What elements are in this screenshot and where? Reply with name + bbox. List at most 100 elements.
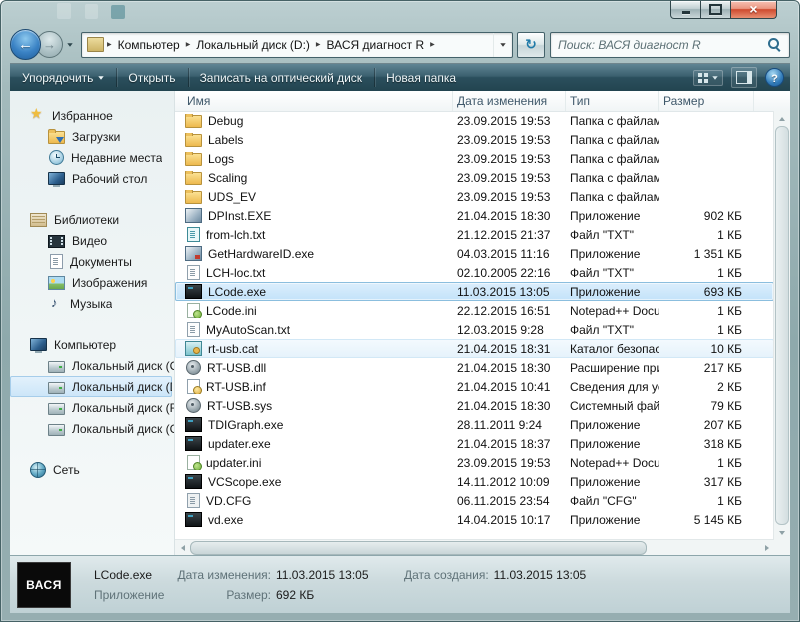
file-size-cell: 2 КБ <box>717 379 742 394</box>
table-row[interactable]: TDIGraph.exe 28.11.2011 9:24 Приложение 207… <box>175 415 774 434</box>
breadcrumb-separator-icon[interactable] <box>185 41 192 48</box>
refresh-button[interactable] <box>517 31 545 58</box>
title-bar[interactable] <box>1 1 799 31</box>
sidebar-group-label: Библиотеки <box>54 212 120 227</box>
table-row[interactable]: LCode.exe 11.03.2015 13:05 Приложение 693 К… <box>175 282 774 301</box>
table-row[interactable]: updater.ini 23.09.2015 19:53 Notepad++ Doc… <box>175 453 774 472</box>
file-list: Имя Дата изменения Тип Размер Debug 23.09.20… <box>175 91 790 556</box>
breadcrumb-item[interactable]: Локальный диск (D:) <box>191 33 315 57</box>
details-pane: ВАСЯ LCode.exe Дата изменения: 11.03.201… <box>10 555 790 613</box>
help-button[interactable] <box>765 68 784 87</box>
video-icon <box>48 234 65 248</box>
change-view-button[interactable] <box>693 69 723 86</box>
txt-icon <box>187 322 200 337</box>
table-row[interactable]: RT-USB.dll 21.04.2015 18:30 Расширение при… <box>175 358 774 377</box>
breadcrumb-item[interactable]: ВАСЯ диагност R <box>322 33 430 57</box>
sidebar-item[interactable]: Локальный диск (D <box>10 376 172 397</box>
sidebar-group-header[interactable]: Сеть <box>10 459 174 480</box>
table-row[interactable]: Scaling 23.09.2015 19:53 Папка с файлами <box>175 168 774 187</box>
details-modified: Дата изменения: 11.03.2015 13:05 <box>174 568 404 582</box>
horizontal-scrollbar[interactable] <box>175 539 774 556</box>
file-modified-cell: 23.09.2015 19:53 <box>457 170 551 185</box>
column-header-modified[interactable]: Дата изменения <box>453 91 566 111</box>
sidebar-item[interactable]: Изображения <box>10 272 174 293</box>
table-row[interactable]: LCode.ini 22.12.2015 16:51 Notepad++ Docu.… <box>175 301 774 320</box>
file-name: Labels <box>208 132 244 147</box>
sys-icon <box>186 398 201 413</box>
toolbar-button[interactable]: Записать на оптический диск <box>187 64 375 91</box>
scroll-left-button[interactable] <box>175 540 190 556</box>
search-input[interactable]: Поиск: ВАСЯ диагност R <box>558 38 767 52</box>
file-name: LCH-loc.txt <box>206 265 266 280</box>
column-header-name[interactable]: Имя <box>175 91 453 111</box>
file-type-cell: Папка с файлами <box>570 151 659 166</box>
sidebar-item[interactable]: Музыка <box>10 293 174 314</box>
table-row[interactable]: updater.exe 21.04.2015 18:37 Приложение 318… <box>175 434 774 453</box>
table-row[interactable]: Labels 23.09.2015 19:53 Папка с файлами <box>175 130 774 149</box>
table-row[interactable]: RT-USB.sys 21.04.2015 18:30 Системный файл… <box>175 396 774 415</box>
breadcrumb-separator-icon[interactable] <box>106 41 113 48</box>
table-row[interactable]: RT-USB.inf 21.04.2015 10:41 Сведения для у… <box>175 377 774 396</box>
search-box[interactable]: Поиск: ВАСЯ диагност R <box>550 31 790 58</box>
recent-icon <box>49 150 64 165</box>
file-size-cell: 10 КБ <box>710 341 742 356</box>
table-row[interactable]: from-lch.txt 21.12.2015 21:37 Файл "TXT" 1 … <box>175 225 774 244</box>
toolbar-button[interactable]: Новая папка <box>374 64 468 91</box>
table-row[interactable]: rt-usb.cat 21.04.2015 18:31 Каталог безопа… <box>175 339 774 358</box>
address-bar[interactable]: КомпьютерЛокальный диск (D:) ВАСЯ диагнос… <box>81 31 513 58</box>
scroll-down-button[interactable] <box>774 525 790 540</box>
sidebar-group-header[interactable]: Избранное <box>10 105 174 126</box>
recent-pages-dropdown[interactable] <box>63 42 78 47</box>
file-modified-cell: 21.04.2015 18:31 <box>457 341 551 356</box>
file-size-cell: 1 КБ <box>717 303 742 318</box>
table-row[interactable]: MyAutoScan.txt 12.03.2015 9:28 Файл "TXT" 1… <box>175 320 774 339</box>
sidebar-item-label: Рабочий стол <box>72 171 148 186</box>
libraries-icon <box>30 212 47 227</box>
vertical-scrollbar-thumb[interactable] <box>775 126 789 525</box>
file-modified-cell: 22.12.2015 16:51 <box>457 303 551 318</box>
maximize-button[interactable] <box>701 1 730 19</box>
modified-value: 11.03.2015 13:05 <box>276 567 369 582</box>
back-button[interactable] <box>10 29 41 60</box>
folder-icon <box>185 151 202 166</box>
computer-icon <box>30 338 47 353</box>
sidebar-item[interactable]: Недавние места <box>10 147 174 168</box>
address-dropdown-button[interactable] <box>493 32 512 57</box>
sidebar-item[interactable]: Локальный диск (G <box>10 418 174 439</box>
breadcrumb-separator-icon[interactable] <box>315 41 322 48</box>
sidebar-item[interactable]: Локальный диск (C <box>10 355 174 376</box>
minimize-button[interactable] <box>670 1 701 19</box>
toolbar-button[interactable]: Открыть <box>116 64 187 91</box>
scroll-up-button[interactable] <box>774 111 790 126</box>
preview-pane-icon <box>736 71 752 84</box>
breadcrumb-separator-icon[interactable] <box>429 41 436 48</box>
table-row[interactable]: GetHardwareID.exe 04.03.2015 11:16 Приложе… <box>175 244 774 263</box>
file-modified-cell: 11.03.2015 13:05 <box>457 284 550 299</box>
back-arrow-icon <box>18 36 33 53</box>
table-row[interactable]: UDS_EV 23.09.2015 19:53 Папка с файлами <box>175 187 774 206</box>
horizontal-scrollbar-thumb[interactable] <box>190 541 648 555</box>
table-row[interactable]: Logs 23.09.2015 19:53 Папка с файлами <box>175 149 774 168</box>
table-row[interactable]: LCH-loc.txt 02.10.2005 22:16 Файл "TXT" 1 К… <box>175 263 774 282</box>
sidebar-item[interactable]: Видео <box>10 230 174 251</box>
preview-pane-button[interactable] <box>731 67 757 88</box>
table-row[interactable]: VD.CFG 06.11.2015 23:54 Файл "CFG" 1 КБ <box>175 491 774 510</box>
sidebar-item[interactable]: Загрузки <box>10 126 174 147</box>
sidebar-item[interactable]: Документы <box>10 251 174 272</box>
table-row[interactable]: vd.exe 14.04.2015 10:17 Приложение 5 145 КБ <box>175 510 774 529</box>
sidebar-item[interactable]: Локальный диск (F: <box>10 397 174 418</box>
close-button[interactable] <box>730 1 777 19</box>
sidebar-item[interactable]: Рабочий стол <box>10 168 174 189</box>
file-type-cell: Приложение <box>570 208 641 223</box>
scroll-right-button[interactable] <box>759 540 774 556</box>
column-header-type[interactable]: Тип <box>566 91 659 111</box>
sidebar-group-header[interactable]: Библиотеки <box>10 209 174 230</box>
breadcrumb-item[interactable]: Компьютер <box>113 33 185 57</box>
table-row[interactable]: VCScope.exe 14.11.2012 10:09 Приложение 317… <box>175 472 774 491</box>
sidebar-group-header[interactable]: Компьютер <box>10 334 174 355</box>
table-row[interactable]: DPInst.EXE 21.04.2015 18:30 Приложение 902 … <box>175 206 774 225</box>
column-header-size[interactable]: Размер <box>659 91 754 111</box>
table-row[interactable]: Debug 23.09.2015 19:53 Папка с файлами <box>175 111 774 130</box>
vertical-scrollbar[interactable] <box>773 111 790 540</box>
organize-button[interactable]: Упорядочить <box>10 64 116 91</box>
